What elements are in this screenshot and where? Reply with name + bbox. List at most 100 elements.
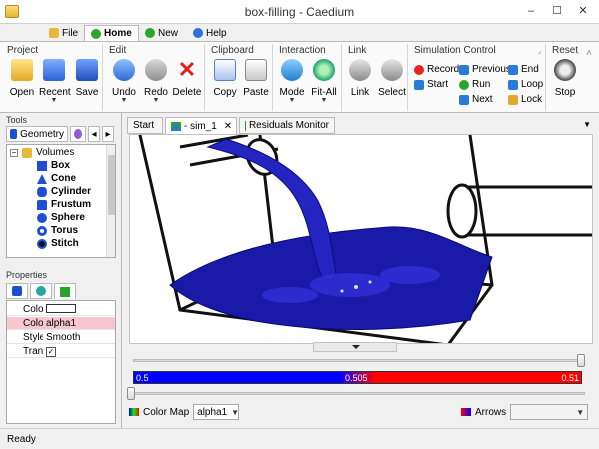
arrows-select[interactable]: ▼ <box>510 404 589 420</box>
undo-button[interactable]: Undo ▼ <box>109 59 139 111</box>
tab-mesh[interactable] <box>70 126 86 142</box>
lock-button[interactable]: Lock <box>508 93 542 106</box>
tab-start[interactable]: Start <box>127 117 163 134</box>
record-label: Record <box>427 64 460 75</box>
ribbon-collapse-icon[interactable]: ˄ <box>586 48 592 59</box>
prop-value[interactable] <box>43 304 115 315</box>
open-button[interactable]: Open <box>7 59 37 111</box>
color-map-icon <box>129 408 139 416</box>
panel-expander-button[interactable] <box>313 342 397 352</box>
tree-root-volumes[interactable]: − Volumes <box>10 146 74 159</box>
tree-item-label: Torus <box>51 225 79 236</box>
menu-tab-file-label: File <box>62 27 79 39</box>
redo-button[interactable]: Redo ▼ <box>141 59 171 111</box>
tab-prop-motion[interactable] <box>30 283 52 299</box>
range-slider-thumb[interactable] <box>127 387 135 400</box>
select-button[interactable]: Select <box>377 59 407 111</box>
fit-all-button[interactable]: Fit-All ▼ <box>309 59 339 111</box>
time-slider-thumb[interactable] <box>577 354 585 367</box>
transparency-checkbox[interactable]: ✓ <box>46 346 56 357</box>
prop-row-color[interactable]: Color <box>7 303 115 316</box>
prop-value[interactable]: alpha1 <box>43 318 115 329</box>
tab-start-label: Start <box>133 120 155 131</box>
record-button[interactable]: Record <box>414 63 459 76</box>
tab-list-icon[interactable]: ▼ <box>583 120 591 129</box>
tree-root-label: Volumes <box>36 147 75 158</box>
delete-x-icon: ✕ <box>177 57 197 82</box>
start-icon <box>414 79 424 90</box>
time-slider-track[interactable] <box>133 359 585 362</box>
save-button[interactable]: Save <box>72 59 102 111</box>
stop-button[interactable]: Stop <box>550 59 580 111</box>
mode-icon <box>281 59 303 81</box>
tab-geometry[interactable]: Geometry <box>6 126 68 142</box>
group-link: Link Link Select <box>344 44 408 111</box>
tab-scroll-right[interactable]: ▸ <box>102 126 114 142</box>
scrollbar-thumb[interactable] <box>108 155 115 215</box>
tree-scrollbar[interactable] <box>106 145 115 257</box>
tree-item-sphere[interactable]: Sphere <box>37 211 85 224</box>
recent-button[interactable]: Recent ▼ <box>39 59 71 111</box>
menu-tab-home[interactable]: Home <box>84 25 139 41</box>
menu-tab-file[interactable]: File <box>42 25 85 41</box>
group-simulation-control: Simulation Control ⌟ Record Previous End… <box>410 44 546 111</box>
close-button[interactable]: ✕ <box>573 2 593 20</box>
tree-item-box[interactable]: Box <box>37 159 70 172</box>
prop-row-style[interactable]: Style Smooth <box>7 331 115 344</box>
collapse-icon[interactable]: − <box>10 148 18 157</box>
3d-viewport[interactable] <box>129 134 593 344</box>
left-panel: Tools Geometry ◂ ▸ − Volumes Box Cone Cy… <box>0 113 122 428</box>
link-icon <box>349 59 371 81</box>
prop-value[interactable]: Smooth <box>43 332 115 343</box>
minimize-button[interactable]: – <box>521 2 541 20</box>
prop-row-color-map[interactable]: Color Ma alpha1 <box>7 317 115 330</box>
link-button[interactable]: Link <box>345 59 375 111</box>
tree-item-cone[interactable]: Cone <box>37 172 76 185</box>
menu-tab-help-label: Help <box>206 27 227 39</box>
tree-item-stitch[interactable]: Stitch <box>37 237 79 250</box>
close-tab-icon[interactable]: ✕ <box>224 119 232 134</box>
paste-button[interactable]: Paste <box>241 59 271 111</box>
mesh-icon <box>74 129 82 139</box>
tab-residuals-monitor[interactable]: Residuals Monitor <box>239 117 335 134</box>
run-button[interactable]: Run <box>459 78 490 91</box>
simulation-render <box>138 135 592 343</box>
group-launcher-icon[interactable]: ⌟ <box>538 47 541 55</box>
next-button[interactable]: Next <box>459 93 493 106</box>
status-text: Ready <box>7 434 36 445</box>
tab-scroll-left[interactable]: ◂ <box>88 126 100 142</box>
prop-key: Color Ma <box>23 317 43 329</box>
loop-button[interactable]: Loop <box>508 78 543 91</box>
color-legend-max: 0.51 <box>561 373 579 383</box>
tab-prop-appearance[interactable] <box>6 283 28 299</box>
prop-row-transparency[interactable]: Transpar ✓ <box>7 345 115 358</box>
end-button[interactable]: End <box>508 63 539 76</box>
tree-item-label: Stitch <box>51 238 79 249</box>
range-slider-track[interactable] <box>133 392 585 395</box>
visualization-toolbar: Color Map alpha1 ▼ Arrows ▼ <box>123 400 599 422</box>
menu-tab-help[interactable]: Help <box>186 25 234 41</box>
delete-button[interactable]: ✕ Delete <box>172 59 202 111</box>
start-button[interactable]: Start <box>414 78 448 91</box>
previous-button[interactable]: Previous <box>459 63 511 76</box>
color-swatch[interactable] <box>46 304 76 314</box>
prop-value[interactable]: ✓ <box>43 346 115 357</box>
next-label: Next <box>472 94 493 105</box>
chevron-down-icon: ▼ <box>152 97 160 104</box>
group-edit: Edit Undo ▼ Redo ▼ ✕ Delete <box>105 44 205 111</box>
new-icon <box>145 28 155 38</box>
tree-item-frustum[interactable]: Frustum <box>37 198 91 211</box>
tree-item-torus[interactable]: Torus <box>37 224 78 237</box>
maximize-button[interactable]: ☐ <box>547 2 567 20</box>
tree-item-label: Cylinder <box>51 186 92 197</box>
tab-prop-display[interactable] <box>54 283 76 299</box>
mode-button[interactable]: Mode ▼ <box>277 59 307 111</box>
tree-item-cylinder[interactable]: Cylinder <box>37 185 91 198</box>
tab-geometry-label: Geometry <box>20 128 64 140</box>
copy-label: Copy <box>213 87 237 98</box>
menu-tab-new[interactable]: New <box>138 25 185 41</box>
folder-icon <box>49 28 59 38</box>
tab-sim-1[interactable]: - sim_1 ✕ <box>165 117 237 134</box>
copy-button[interactable]: Copy <box>210 59 240 111</box>
color-map-select[interactable]: alpha1 ▼ <box>193 404 240 420</box>
